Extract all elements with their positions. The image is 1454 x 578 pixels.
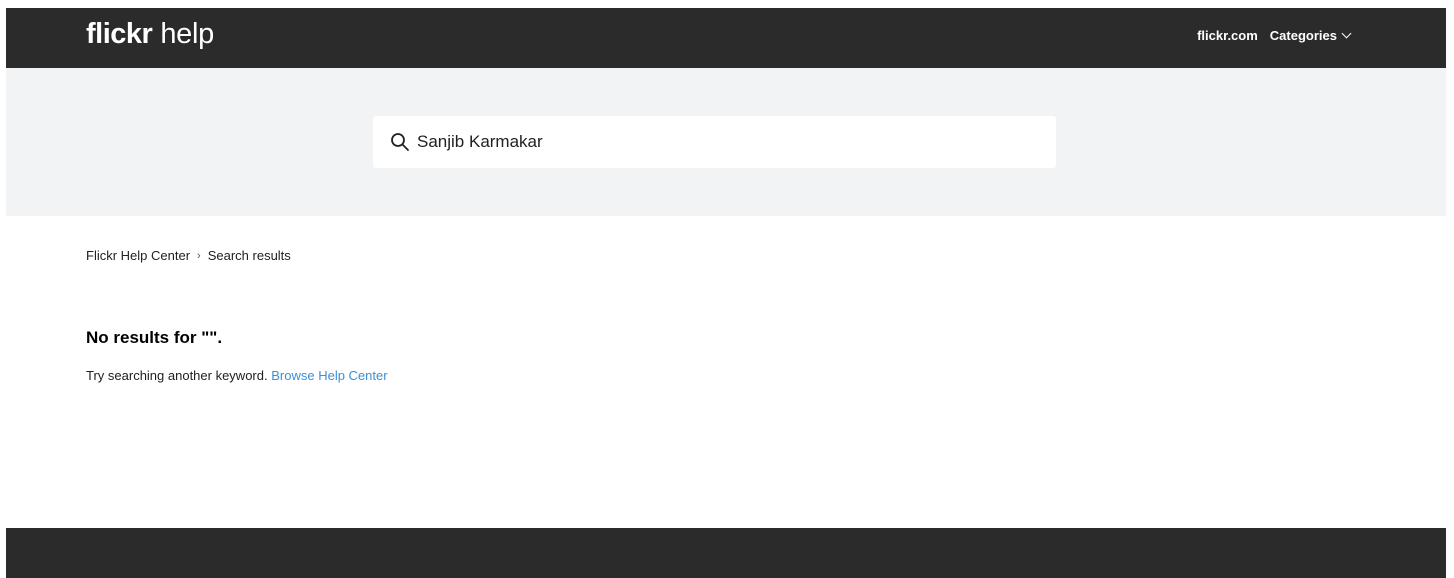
flickr-com-link[interactable]: flickr.com	[1197, 28, 1258, 43]
browse-help-center-link[interactable]: Browse Help Center	[271, 368, 387, 383]
logo-flickr-text: flickr	[86, 18, 153, 50]
breadcrumb: Flickr Help Center › Search results	[86, 248, 291, 263]
no-results-hint-text: Try searching another keyword.	[86, 368, 268, 383]
categories-label: Categories	[1269, 28, 1337, 43]
search-icon	[391, 133, 409, 151]
search-input[interactable]	[417, 126, 1037, 158]
no-results-hint: Try searching another keyword. Browse He…	[86, 368, 388, 383]
footer	[6, 528, 1446, 578]
categories-dropdown[interactable]: Categories	[1269, 28, 1352, 43]
search-band	[6, 68, 1446, 216]
top-nav: flickr.com Categories	[1197, 28, 1352, 43]
breadcrumb-separator: ›	[197, 249, 201, 262]
top-bar: flickr help flickr.com Categories	[6, 8, 1446, 68]
breadcrumb-current: Search results	[207, 248, 291, 263]
flickr-help-logo[interactable]: flickr help	[86, 18, 214, 58]
chevron-down-icon	[1341, 28, 1352, 39]
breadcrumb-home-link[interactable]: Flickr Help Center	[86, 248, 190, 263]
logo-help-text: help	[160, 18, 214, 50]
page: flickr help flickr.com Categories Flickr…	[6, 8, 1446, 578]
search-box[interactable]	[373, 116, 1056, 168]
no-results-heading: No results for "".	[86, 328, 223, 347]
